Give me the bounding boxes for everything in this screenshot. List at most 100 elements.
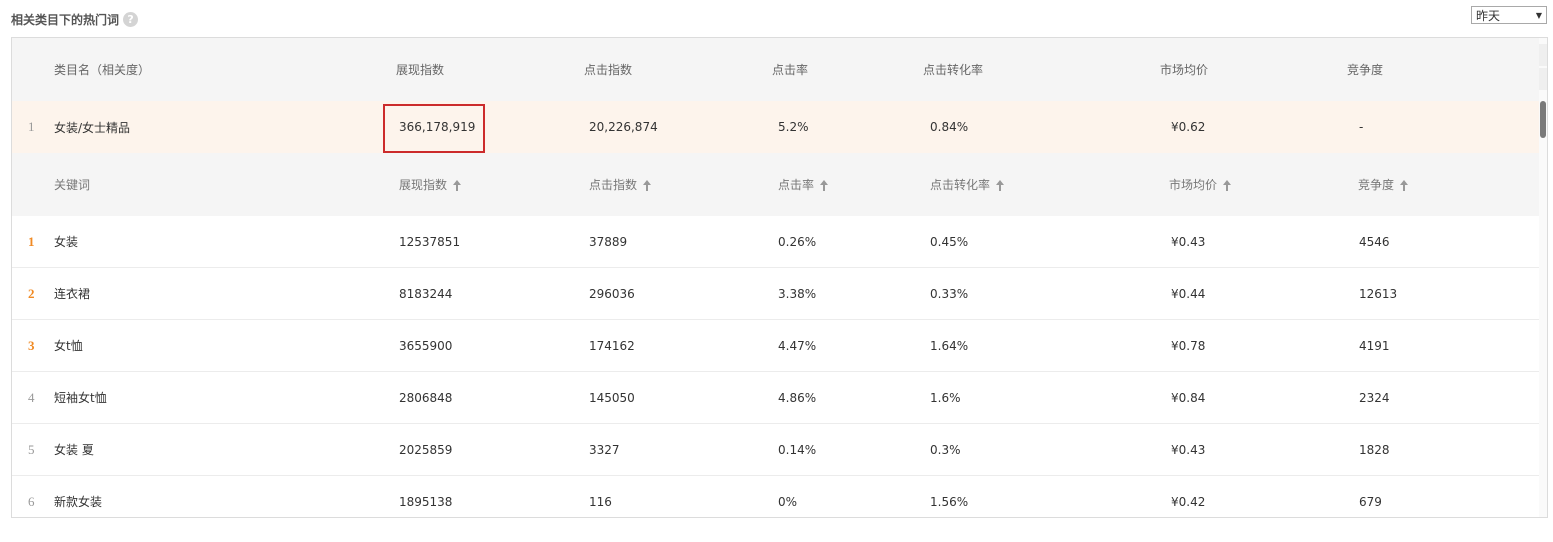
row-conversion: 0.33% xyxy=(930,286,969,301)
row-impression: 2806848 xyxy=(399,390,453,405)
row-conversion: 0.3% xyxy=(930,442,961,457)
sort-up-icon[interactable] xyxy=(1400,180,1409,191)
row-index: 4 xyxy=(28,389,35,405)
row-clicks: 3327 xyxy=(589,442,620,457)
help-icon[interactable]: ? xyxy=(123,11,139,27)
row-ctr: 0.14% xyxy=(778,442,817,457)
row-conversion: 0.45% xyxy=(930,234,969,249)
col-impression: 展现指数 xyxy=(396,63,445,77)
row-impression: 8183244 xyxy=(399,286,453,301)
col-kw-ctr-label: 点击率 xyxy=(778,178,815,192)
row-index: 6 xyxy=(28,493,35,509)
category-clicks: 20,226,874 xyxy=(589,120,658,134)
table-row[interactable]: 2 连衣裙 8183244 296036 3.38% 0.33% ¥0.44 1… xyxy=(12,268,1541,320)
keyword-header-row: 关键词 展现指数 点击指数 点击率 点击转化率 市场均价 竞争度 xyxy=(12,153,1541,216)
col-kw-impression-label: 展现指数 xyxy=(399,178,448,192)
row-ctr: 3.38% xyxy=(778,286,817,301)
col-kw-clicks-label: 点击指数 xyxy=(589,178,638,192)
col-kw-conversion-label: 点击转化率 xyxy=(930,178,991,192)
row-ctr: 0% xyxy=(778,494,798,509)
category-row[interactable]: 1 女装/女士精品 366,178,919 20,226,874 5.2% 0.… xyxy=(12,101,1541,154)
col-category-name: 类目名（相关度） xyxy=(54,63,151,77)
hot-words-panel: 类目名（相关度） 展现指数 点击指数 点击率 点击转化率 市场均价 竞争度 1 … xyxy=(11,37,1548,518)
row-price: ¥0.42 xyxy=(1171,494,1206,509)
section-title: 相关类目下的热门词 xyxy=(11,12,120,27)
row-competition: 1828 xyxy=(1359,442,1390,457)
row-impression: 2025859 xyxy=(399,442,453,457)
row-conversion: 1.56% xyxy=(930,494,969,509)
row-clicks: 37889 xyxy=(589,234,628,249)
row-keyword[interactable]: 女t恤 xyxy=(54,320,83,371)
row-price: ¥0.78 xyxy=(1171,338,1206,353)
category-index: 1 xyxy=(28,119,35,134)
row-keyword[interactable]: 连衣裙 xyxy=(54,268,90,319)
scroll-track-segment xyxy=(1539,68,1547,90)
row-ctr: 4.47% xyxy=(778,338,817,353)
category-ctr: 5.2% xyxy=(778,120,809,134)
date-range-value: 昨天 xyxy=(1476,8,1501,23)
row-keyword[interactable]: 短袖女t恤 xyxy=(54,372,107,423)
col-conversion: 点击转化率 xyxy=(923,63,984,77)
row-index: 5 xyxy=(28,441,35,457)
col-kw-ctr[interactable]: 点击率 xyxy=(778,153,829,216)
row-ctr: 0.26% xyxy=(778,234,817,249)
row-clicks: 116 xyxy=(589,494,612,509)
col-competition: 竞争度 xyxy=(1347,63,1384,77)
sort-up-icon[interactable] xyxy=(453,180,462,191)
col-clicks: 点击指数 xyxy=(584,63,633,77)
sort-up-icon[interactable] xyxy=(820,180,829,191)
col-keyword: 关键词 xyxy=(54,178,91,192)
row-ctr: 4.86% xyxy=(778,390,817,405)
category-competition: - xyxy=(1359,120,1364,134)
row-clicks: 296036 xyxy=(589,286,635,301)
col-kw-clicks[interactable]: 点击指数 xyxy=(589,153,652,216)
row-clicks: 174162 xyxy=(589,338,635,353)
sort-up-icon[interactable] xyxy=(643,180,652,191)
row-conversion: 1.6% xyxy=(930,390,961,405)
category-price: ¥0.62 xyxy=(1171,120,1206,134)
sort-up-icon[interactable] xyxy=(1223,180,1232,191)
row-competition: 4191 xyxy=(1359,338,1390,353)
chevron-down-icon: ▼ xyxy=(1535,10,1542,20)
row-competition: 4546 xyxy=(1359,234,1390,249)
vertical-scrollbar[interactable] xyxy=(1539,38,1547,517)
section-header: 相关类目下的热门词 ? xyxy=(11,9,139,29)
col-price: 市场均价 xyxy=(1160,63,1209,77)
row-price: ¥0.43 xyxy=(1171,234,1206,249)
row-price: ¥0.44 xyxy=(1171,286,1206,301)
category-conversion: 0.84% xyxy=(930,120,969,134)
row-conversion: 1.64% xyxy=(930,338,969,353)
col-kw-conversion[interactable]: 点击转化率 xyxy=(930,153,1005,216)
date-range-select[interactable]: 昨天 ▼ xyxy=(1471,6,1547,24)
table-row[interactable]: 6 新款女装 1895138 116 0% 1.56% ¥0.42 679 xyxy=(12,476,1541,517)
row-impression: 12537851 xyxy=(399,234,461,249)
row-keyword[interactable]: 新款女装 xyxy=(54,476,102,517)
row-competition: 12613 xyxy=(1359,286,1398,301)
table-row[interactable]: 1 女装 12537851 37889 0.26% 0.45% ¥0.43 45… xyxy=(12,216,1541,268)
row-impression: 1895138 xyxy=(399,494,453,509)
col-ctr: 点击率 xyxy=(772,63,809,77)
row-index: 3 xyxy=(28,337,35,353)
scrollbar-thumb[interactable] xyxy=(1540,101,1546,138)
table-row[interactable]: 3 女t恤 3655900 174162 4.47% 1.64% ¥0.78 4… xyxy=(12,320,1541,372)
row-price: ¥0.43 xyxy=(1171,442,1206,457)
col-kw-impression[interactable]: 展现指数 xyxy=(399,153,462,216)
row-keyword[interactable]: 女装 夏 xyxy=(54,424,94,475)
col-kw-price[interactable]: 市场均价 xyxy=(1169,153,1232,216)
row-keyword[interactable]: 女装 xyxy=(54,216,78,267)
category-name: 女装/女士精品 xyxy=(54,120,131,135)
row-index: 2 xyxy=(28,285,35,301)
row-competition: 679 xyxy=(1359,494,1382,509)
scroll-up-button[interactable] xyxy=(1539,44,1547,66)
row-price: ¥0.84 xyxy=(1171,390,1206,405)
row-impression: 3655900 xyxy=(399,338,453,353)
sort-up-icon[interactable] xyxy=(996,180,1005,191)
row-index: 1 xyxy=(28,233,35,249)
col-kw-competition[interactable]: 竞争度 xyxy=(1358,153,1409,216)
category-impression: 366,178,919 xyxy=(399,120,476,134)
table-row[interactable]: 4 短袖女t恤 2806848 145050 4.86% 1.6% ¥0.84 … xyxy=(12,372,1541,424)
category-header-row: 类目名（相关度） 展现指数 点击指数 点击率 点击转化率 市场均价 竞争度 xyxy=(12,38,1541,101)
table-row[interactable]: 5 女装 夏 2025859 3327 0.14% 0.3% ¥0.43 182… xyxy=(12,424,1541,476)
row-clicks: 145050 xyxy=(589,390,635,405)
col-kw-price-label: 市场均价 xyxy=(1169,178,1218,192)
